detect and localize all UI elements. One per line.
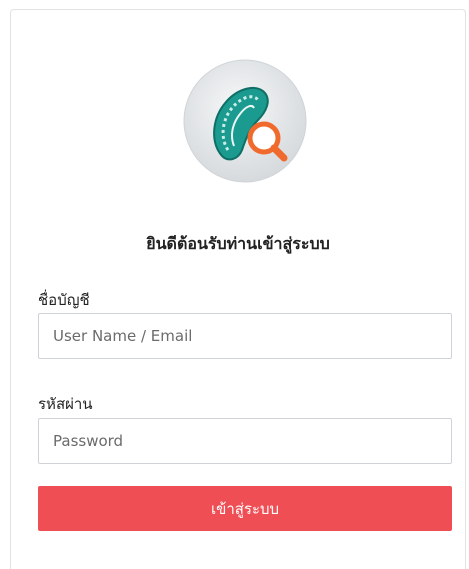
login-button[interactable]: เข้าสู่ระบบ bbox=[38, 486, 452, 531]
username-input[interactable] bbox=[38, 313, 452, 359]
password-input[interactable] bbox=[38, 418, 452, 464]
login-card: ยินดีต้อนรับท่านเข้าสู่ระบบ ชื่อบัญชี รห… bbox=[10, 9, 466, 569]
welcome-title: ยินดีต้อนรับท่านเข้าสู่ระบบ bbox=[146, 234, 330, 253]
spine-magnifier-logo-icon bbox=[183, 59, 307, 183]
username-label: ชื่อบัญชี bbox=[38, 291, 90, 309]
password-label: รหัสผ่าน bbox=[38, 395, 93, 413]
